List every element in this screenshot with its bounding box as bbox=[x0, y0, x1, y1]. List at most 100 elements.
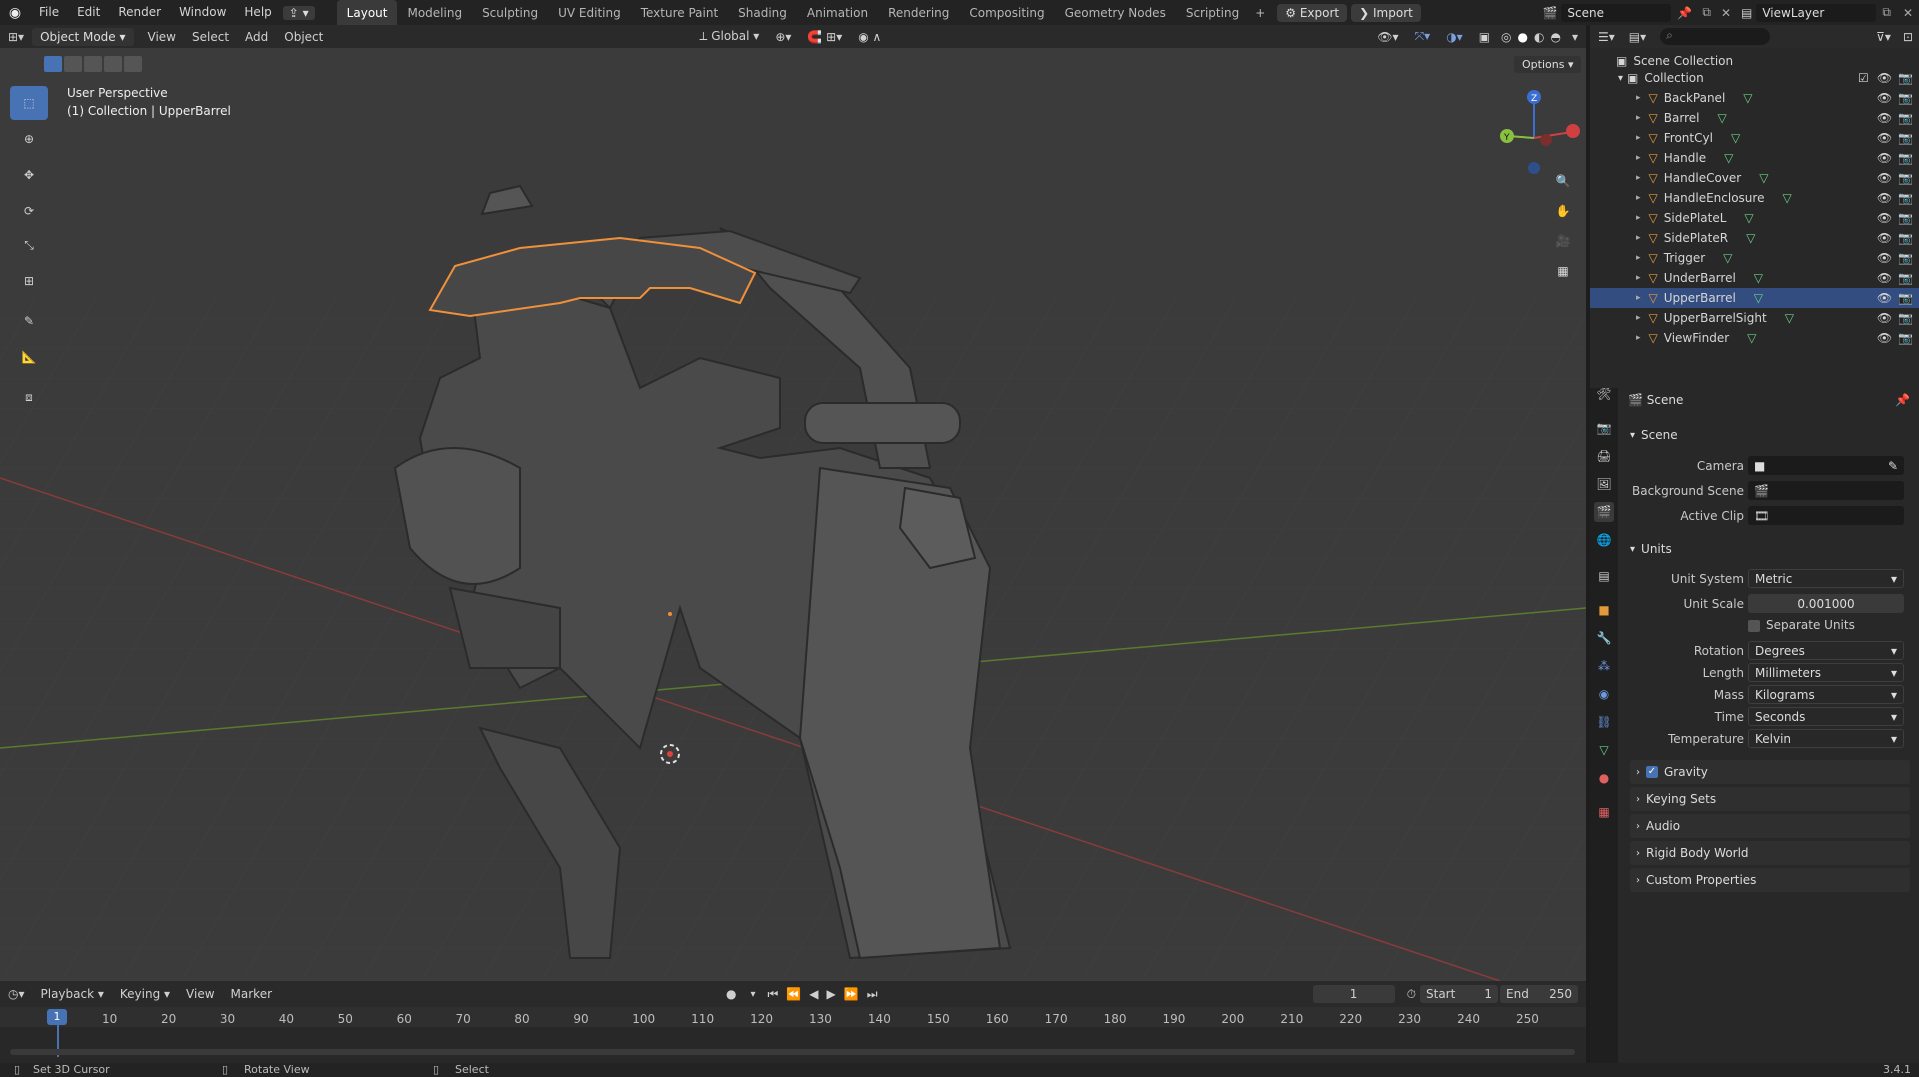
tab-modeling[interactable]: Modeling bbox=[397, 0, 472, 25]
view-layer-icon[interactable]: ▤ bbox=[1737, 6, 1756, 20]
menu-marker[interactable]: Marker bbox=[223, 987, 280, 1001]
new-scene-icon[interactable]: ⧉ bbox=[1698, 5, 1715, 20]
custom-properties-panel-header[interactable]: › Custom Properties bbox=[1630, 868, 1910, 892]
menu-timeline-view[interactable]: View bbox=[178, 987, 222, 1001]
jump-end-icon[interactable]: ⏭ bbox=[863, 987, 882, 1002]
render-camera-icon[interactable]: 📷 bbox=[1898, 231, 1913, 245]
tool-select-box[interactable]: ⬚ bbox=[10, 86, 48, 120]
outliner-collection[interactable]: ▾ ▣ Collection ☑ 👁 📷 bbox=[1590, 68, 1919, 88]
active-clip-field[interactable]: 🎞 bbox=[1748, 506, 1904, 525]
exclude-checkbox-icon[interactable]: ☑ bbox=[1858, 71, 1869, 85]
select-intersect-icon[interactable] bbox=[124, 56, 142, 72]
texture-tab-icon[interactable]: ▦ bbox=[1594, 802, 1614, 822]
tool-transform[interactable]: ⊞ bbox=[10, 264, 48, 298]
expand-arrow-icon[interactable]: ▸ bbox=[1636, 313, 1641, 323]
gizmo-icon[interactable]: ⤧▾ bbox=[1407, 29, 1439, 44]
visibility-eye-icon[interactable]: 👁 bbox=[1877, 171, 1892, 185]
expand-arrow-icon[interactable]: ▸ bbox=[1636, 333, 1641, 343]
render-camera-icon[interactable]: 📷 bbox=[1898, 211, 1913, 225]
visibility-eye-icon[interactable]: 👁 bbox=[1877, 111, 1892, 125]
menu-playback[interactable]: Playback ▾ bbox=[33, 987, 112, 1001]
import-button[interactable]: ❯ Import bbox=[1351, 3, 1421, 22]
expand-arrow-icon[interactable]: ▸ bbox=[1636, 193, 1641, 203]
gravity-panel-header[interactable]: › ✓ Gravity bbox=[1630, 760, 1910, 784]
tab-animation[interactable]: Animation bbox=[797, 0, 878, 25]
display-mode-icon[interactable]: ▤▾ bbox=[1623, 30, 1652, 44]
jump-start-icon[interactable]: ⏮ bbox=[764, 987, 783, 1002]
timeline-scrollbar[interactable] bbox=[10, 1049, 1575, 1055]
mass-dropdown[interactable]: Kilograms ▾ bbox=[1748, 685, 1904, 704]
length-dropdown[interactable]: Millimeters ▾ bbox=[1748, 663, 1904, 682]
upload-icon[interactable]: ⇪ ▾ bbox=[282, 5, 315, 20]
particles-tab-icon[interactable]: ⁂ bbox=[1594, 656, 1614, 676]
expand-arrow-icon[interactable]: ▸ bbox=[1636, 153, 1641, 163]
expand-arrow-icon[interactable]: ▸ bbox=[1636, 173, 1641, 183]
new-collection-icon[interactable]: ⊡ bbox=[1897, 30, 1919, 44]
menu-help[interactable]: Help bbox=[235, 0, 280, 25]
expand-arrow-icon[interactable]: ▸ bbox=[1636, 113, 1641, 123]
visibility-eye-icon[interactable]: 👁 bbox=[1877, 131, 1892, 145]
outliner-item[interactable]: ▸ ▽ SidePlateR ▽ 👁 📷 bbox=[1590, 228, 1919, 248]
expand-arrow-icon[interactable]: ▸ bbox=[1636, 273, 1641, 283]
eyedropper-icon[interactable]: ✎ bbox=[1888, 459, 1898, 473]
expand-arrow-icon[interactable]: ▸ bbox=[1636, 213, 1641, 223]
tab-scripting[interactable]: Scripting bbox=[1176, 0, 1249, 25]
pivot-icon[interactable]: ⊕▾ bbox=[767, 30, 799, 44]
object-tab-icon[interactable]: ■ bbox=[1594, 600, 1614, 620]
expand-arrow-icon[interactable]: ▸ bbox=[1636, 293, 1641, 303]
play-reverse-icon[interactable]: ◀ bbox=[805, 987, 822, 1001]
menu-add[interactable]: Add bbox=[237, 30, 276, 44]
export-button[interactable]: ⚙ Export bbox=[1277, 3, 1348, 22]
transform-orientation-dropdown[interactable]: ⟂ Global ▾ bbox=[691, 29, 767, 44]
units-panel-header[interactable]: ▾ Units bbox=[1630, 537, 1910, 561]
material-shading-icon[interactable]: ◐ bbox=[1531, 30, 1547, 44]
menu-view[interactable]: View bbox=[140, 30, 184, 44]
audio-panel-header[interactable]: › Audio bbox=[1630, 814, 1910, 838]
delete-scene-icon[interactable]: ✕ bbox=[1715, 6, 1737, 20]
x-axis-icon[interactable] bbox=[1566, 124, 1580, 138]
gravity-checkbox-icon[interactable]: ✓ bbox=[1646, 766, 1658, 778]
render-tab-icon[interactable]: 📷 bbox=[1594, 418, 1614, 438]
outliner-item[interactable]: ▸ ▽ UpperBarrelSight ▽ 👁 📷 bbox=[1590, 308, 1919, 328]
render-camera-icon[interactable]: 📷 bbox=[1898, 111, 1913, 125]
rendered-shading-icon[interactable]: ◓ bbox=[1547, 30, 1563, 44]
neg-z-axis-icon[interactable] bbox=[1528, 162, 1540, 174]
expand-arrow-icon[interactable]: ▸ bbox=[1636, 133, 1641, 143]
properties-pin-icon[interactable]: 📌 bbox=[1895, 393, 1910, 407]
select-invert-icon[interactable] bbox=[104, 56, 122, 72]
tab-texture-paint[interactable]: Texture Paint bbox=[631, 0, 728, 25]
ortho-grid-icon[interactable]: ▦ bbox=[1548, 256, 1578, 286]
render-camera-icon[interactable]: 📷 bbox=[1898, 271, 1913, 285]
outliner-item[interactable]: ▸ ▽ HandleCover ▽ 👁 📷 bbox=[1590, 168, 1919, 188]
menu-edit[interactable]: Edit bbox=[68, 0, 109, 25]
editor-type-icon[interactable]: ⊞▾ bbox=[0, 30, 32, 44]
modifier-tab-icon[interactable]: 🔧 bbox=[1594, 628, 1614, 648]
background-scene-field[interactable]: 🎬 bbox=[1748, 481, 1904, 500]
temperature-dropdown[interactable]: Kelvin ▾ bbox=[1748, 729, 1904, 748]
snap-icon[interactable]: 🧲 ⊞▾ bbox=[799, 30, 850, 44]
expand-arrow-icon[interactable]: ▸ bbox=[1636, 253, 1641, 263]
tab-sculpting[interactable]: Sculpting bbox=[472, 0, 548, 25]
menu-select[interactable]: Select bbox=[184, 30, 237, 44]
current-frame-field[interactable]: 1 bbox=[1312, 985, 1395, 1003]
outliner-item[interactable]: ▸ ▽ ViewFinder ▽ 👁 📷 bbox=[1590, 328, 1919, 348]
tool-annotate[interactable]: ✎ bbox=[10, 304, 48, 338]
visibility-eye-icon[interactable]: 👁 bbox=[1877, 191, 1892, 205]
rotation-dropdown[interactable]: Degrees ▾ bbox=[1748, 641, 1904, 660]
visibility-eye-icon[interactable]: 👁 bbox=[1877, 271, 1892, 285]
camera-view-icon[interactable]: 🎥 bbox=[1548, 226, 1578, 256]
menu-object[interactable]: Object bbox=[276, 30, 331, 44]
autokey-options-icon[interactable]: ▾ bbox=[743, 989, 764, 1000]
pan-hand-icon[interactable]: ✋ bbox=[1548, 196, 1578, 226]
overlay-icon[interactable]: ◑▾ bbox=[1438, 30, 1471, 44]
tool-move[interactable]: ✥ bbox=[10, 158, 48, 192]
collection-tab-icon[interactable]: ▤ bbox=[1594, 566, 1614, 586]
start-frame-field[interactable]: Start 1 bbox=[1420, 985, 1498, 1003]
add-workspace-icon[interactable]: + bbox=[1249, 6, 1271, 20]
visibility-eye-icon[interactable]: 👁 bbox=[1877, 291, 1892, 305]
proportional-edit-icon[interactable]: ◉ ∧ bbox=[850, 30, 889, 44]
visibility-eye-icon[interactable]: 👁 bbox=[1877, 71, 1892, 85]
prev-keyframe-icon[interactable]: ⏪ bbox=[782, 987, 805, 1001]
visibility-eye-icon[interactable]: 👁 bbox=[1877, 151, 1892, 165]
scene-panel-header[interactable]: ▾ Scene bbox=[1630, 423, 1910, 447]
